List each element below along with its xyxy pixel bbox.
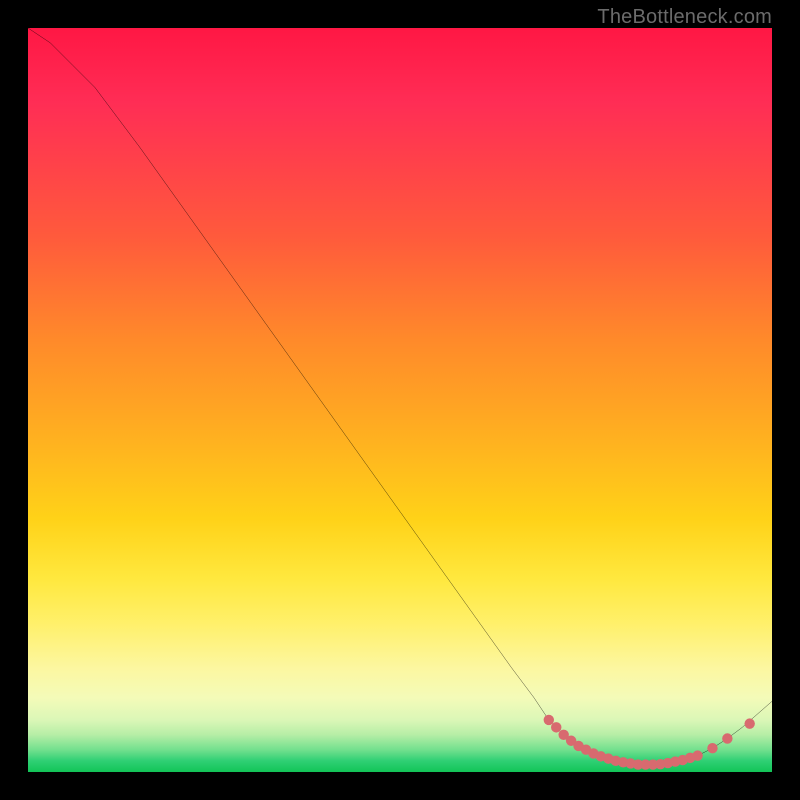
- chart-svg: [28, 28, 772, 772]
- curve-layer: [28, 28, 772, 765]
- highlight-dot: [722, 733, 732, 743]
- marker-layer: [544, 715, 755, 770]
- highlight-dot: [692, 750, 702, 760]
- highlight-dot: [551, 722, 561, 732]
- plot-area: [28, 28, 772, 772]
- bottleneck-curve: [28, 28, 772, 765]
- highlight-dot: [544, 715, 554, 725]
- chart-frame: TheBottleneck.com: [0, 0, 800, 800]
- highlight-dot: [744, 718, 754, 728]
- attribution-label: TheBottleneck.com: [597, 6, 772, 29]
- highlight-dot: [707, 743, 717, 753]
